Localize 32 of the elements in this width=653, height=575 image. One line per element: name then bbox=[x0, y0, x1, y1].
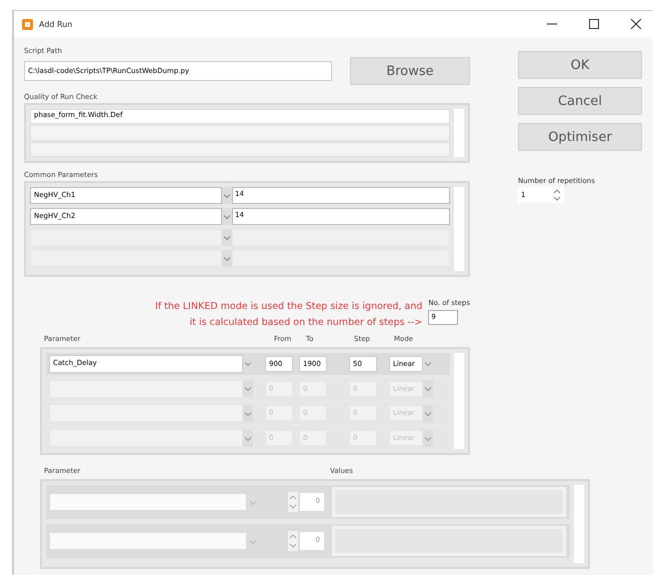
parameter-dropdown[interactable] bbox=[49, 380, 243, 398]
dialog-button[interactable]: Cancel bbox=[518, 87, 642, 115]
linked-mode-note: If the LINKED mode is used the Step size is ignored, and bbox=[155, 300, 422, 314]
caret-icon[interactable] bbox=[423, 404, 433, 422]
caret-icon[interactable] bbox=[222, 229, 232, 246]
window-title: Add Run bbox=[39, 20, 72, 28]
caret-icon[interactable] bbox=[222, 250, 232, 267]
browse-button[interactable]: Browse bbox=[350, 57, 470, 85]
dialog-button[interactable]: OK bbox=[518, 51, 642, 79]
close-icon[interactable] bbox=[631, 19, 641, 29]
parameter-dropdown[interactable] bbox=[50, 494, 246, 510]
parameter-value-field[interactable] bbox=[232, 250, 450, 267]
dialog-button[interactable]: Optimiser bbox=[518, 123, 642, 151]
caret-icon[interactable] bbox=[423, 430, 433, 447]
caret-icon[interactable] bbox=[222, 208, 232, 225]
spinner-arrows-icon[interactable] bbox=[553, 188, 561, 202]
parameter-dropdown[interactable] bbox=[30, 250, 222, 267]
linked-mode-note: it is calculated based on the number of steps --> bbox=[190, 316, 422, 330]
parameter-dropdown[interactable] bbox=[50, 533, 246, 549]
app-icon bbox=[22, 18, 33, 30]
caret-icon[interactable] bbox=[243, 430, 253, 447]
maximize-icon[interactable] bbox=[589, 19, 599, 29]
caret-icon[interactable] bbox=[243, 404, 253, 422]
parameter-dropdown[interactable] bbox=[49, 429, 243, 448]
caret-icon[interactable] bbox=[243, 380, 253, 398]
parameter-value-field[interactable] bbox=[232, 229, 450, 246]
spinner-arrows-icon[interactable] bbox=[288, 492, 298, 512]
caret-icon[interactable] bbox=[222, 187, 232, 204]
parameter-dropdown[interactable] bbox=[49, 404, 243, 422]
spinner-arrows-icon[interactable] bbox=[288, 531, 298, 551]
parameter-dropdown[interactable] bbox=[30, 229, 222, 246]
caret-icon[interactable] bbox=[423, 380, 433, 398]
